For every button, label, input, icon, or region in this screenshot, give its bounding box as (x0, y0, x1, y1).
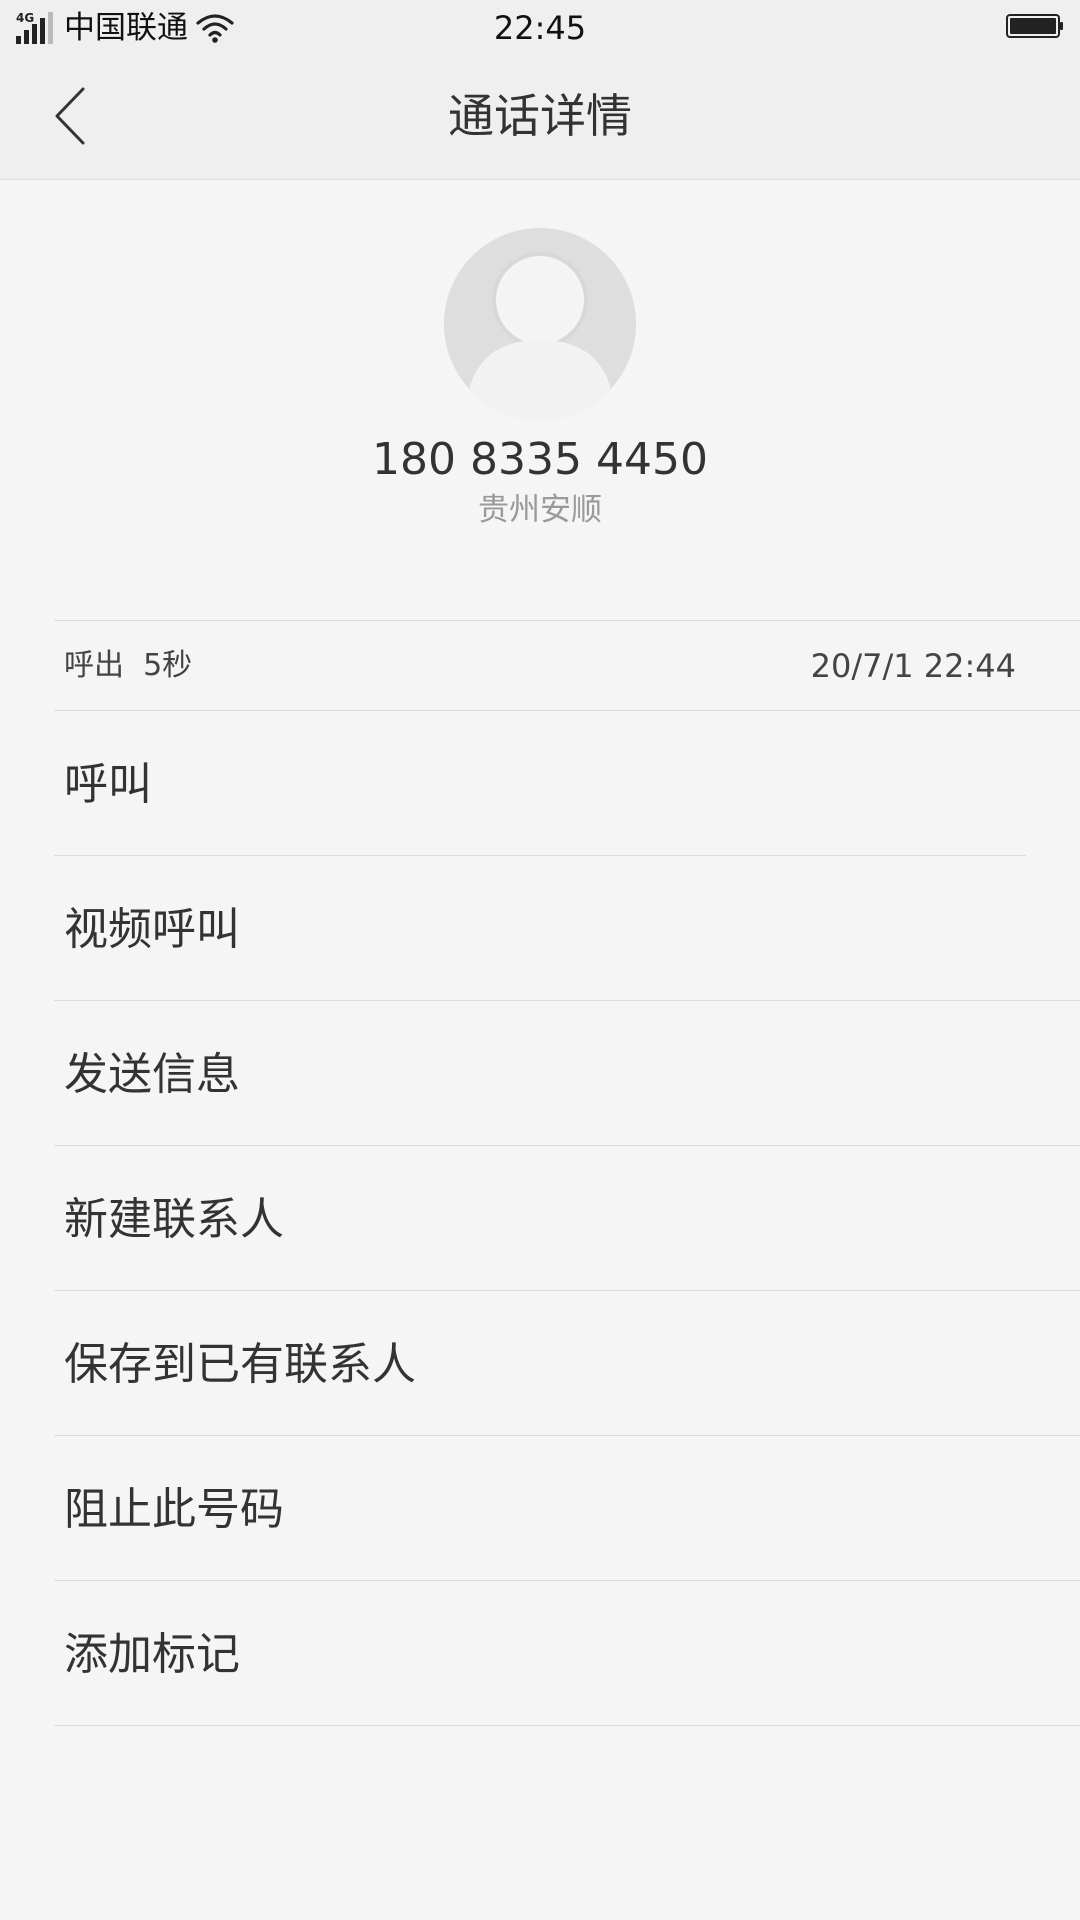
call-details-screen: 4G 中国联通 22:45 通话详情 180 8335 4450 贵州安顺 呼出… (0, 0, 1080, 1920)
save-to-existing-contact-action-label: 保存到已有联系人 (64, 1339, 416, 1390)
page-title: 通话详情 (448, 89, 632, 143)
nav-bar: 通话详情 (0, 56, 1080, 180)
avatar (444, 228, 636, 420)
block-number-action[interactable]: 阻止此号码 (54, 1436, 1080, 1580)
call-action[interactable]: 呼叫 (54, 711, 1080, 855)
call-datetime: 20/7/1 22:44 (810, 647, 1016, 685)
new-contact-action[interactable]: 新建联系人 (54, 1146, 1080, 1290)
add-tag-action[interactable]: 添加标记 (54, 1581, 1080, 1725)
new-contact-action-label: 新建联系人 (64, 1194, 284, 1245)
person-placeholder-icon (444, 228, 636, 420)
call-type-duration: 呼出 5秒 (64, 648, 193, 683)
send-message-action[interactable]: 发送信息 (54, 1001, 1080, 1145)
block-number-action-label: 阻止此号码 (64, 1484, 284, 1535)
save-to-existing-contact-action[interactable]: 保存到已有联系人 (54, 1291, 1080, 1435)
video-call-action[interactable]: 视频呼叫 (54, 856, 1080, 1000)
video-call-action-label: 视频呼叫 (64, 904, 240, 955)
status-bar: 4G 中国联通 22:45 (0, 0, 1080, 56)
status-time: 22:45 (493, 9, 587, 47)
call-record-row: 呼出 5秒 20/7/1 22:44 (54, 620, 1016, 710)
call-action-label: 呼叫 (64, 759, 152, 810)
battery-icon (1006, 14, 1063, 38)
divider (54, 1725, 1080, 1726)
add-tag-action-label: 添加标记 (64, 1629, 240, 1680)
send-message-action-label: 发送信息 (64, 1049, 240, 1100)
number-location: 贵州安顺 (478, 492, 602, 528)
phone-number: 180 8335 4450 (372, 434, 708, 485)
